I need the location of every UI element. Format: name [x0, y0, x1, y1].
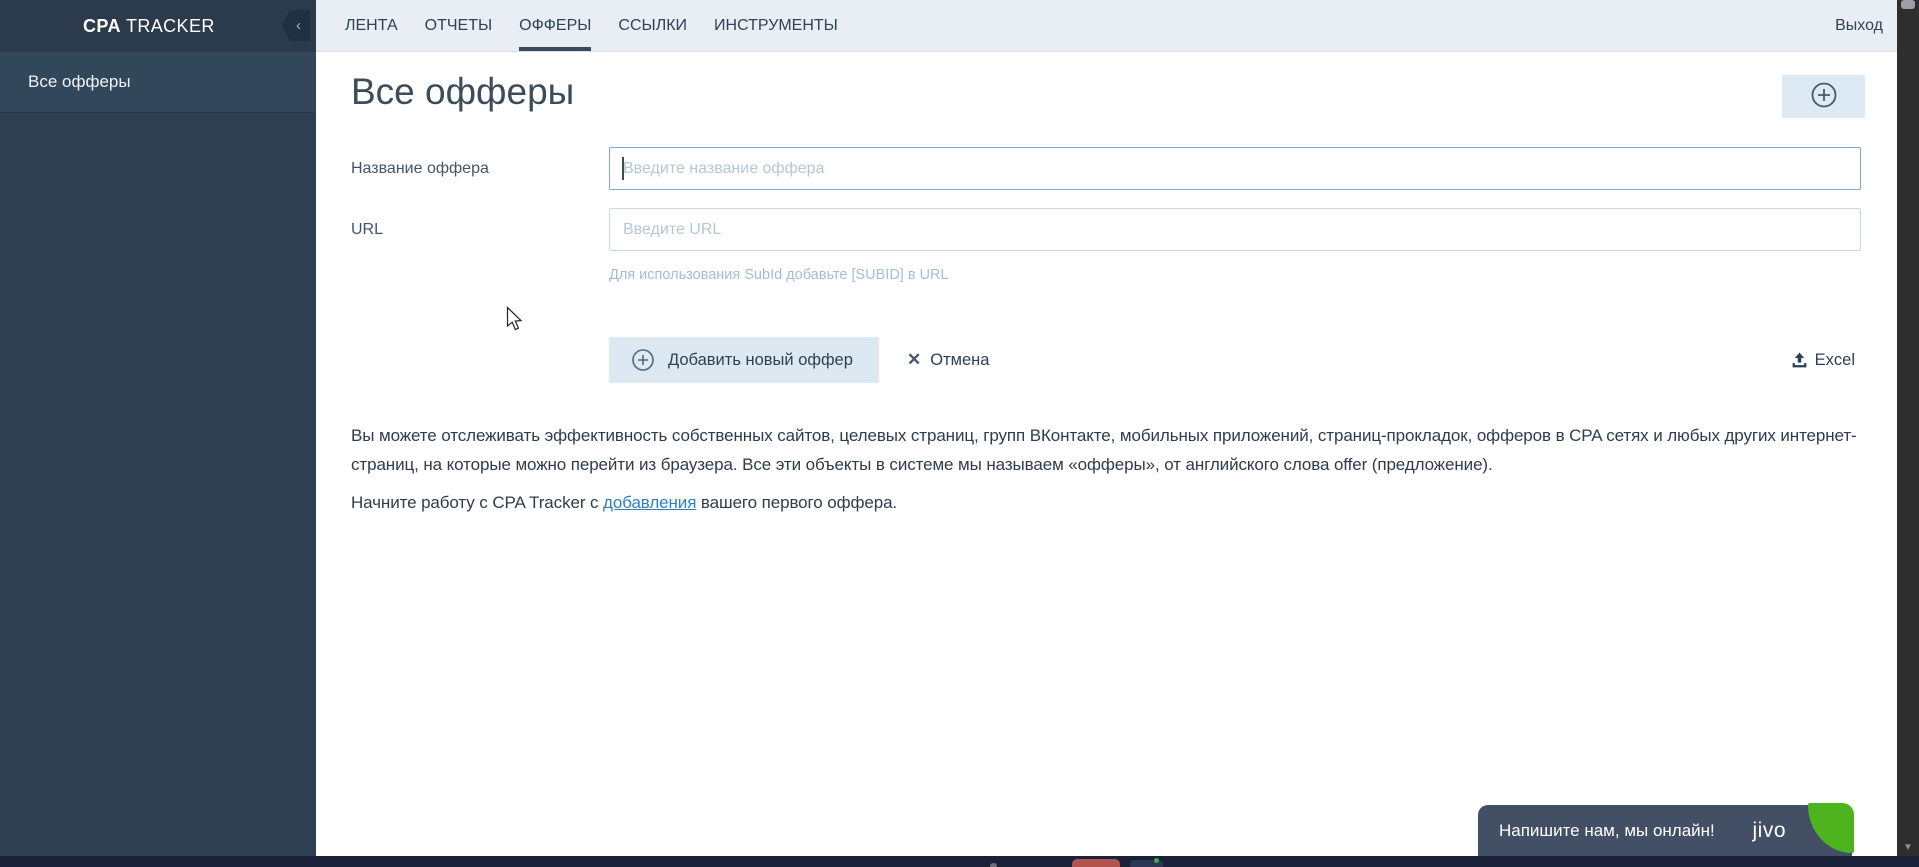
brand-logo-rest: TRACKER: [120, 16, 215, 36]
subid-hint: Для использования SubId добавьте [SUBID]…: [609, 267, 949, 283]
tab-otchety[interactable]: ОТЧЕТЫ: [425, 0, 493, 51]
excel-label: Excel: [1814, 350, 1855, 369]
url-label: URL: [351, 221, 384, 238]
offer-name-input[interactable]: [609, 147, 1861, 190]
offer-name-field-wrap: [609, 147, 1861, 190]
excel-export-button[interactable]: Excel: [1785, 337, 1861, 383]
chat-message: Напишите нам, мы онлайн!: [1499, 821, 1715, 840]
brand-logo-bold: CPA: [83, 16, 121, 36]
text-caret: [622, 157, 624, 180]
url-field-wrap: [609, 208, 1861, 251]
tab-offery[interactable]: ОФФЕРЫ: [519, 0, 592, 51]
tab-label: ОТЧЕТЫ: [424, 17, 493, 34]
scroll-down-arrow-icon[interactable]: ▼: [1897, 842, 1919, 853]
page-title: Все офферы: [351, 71, 575, 112]
sidebar-header: CPA TRACKER ‹: [0, 0, 316, 52]
url-input[interactable]: [609, 208, 1861, 251]
taskbar-item-red: [1072, 859, 1120, 867]
plus-circle-icon: [1810, 81, 1838, 112]
brand-logo: CPA TRACKER: [0, 0, 316, 52]
close-icon: ✕: [907, 350, 922, 369]
tab-label: ИНСТРУМЕНТЫ: [714, 17, 838, 34]
jivo-logo: jivo: [1752, 819, 1786, 842]
taskbar-green-dot: [1154, 858, 1159, 863]
taskbar-item: [990, 863, 997, 867]
tab-instrumenty[interactable]: ИНСТРУМЕНТЫ: [714, 0, 838, 51]
offer-name-label: Название оффера: [351, 160, 489, 177]
tab-ssylki[interactable]: ССЫЛКИ: [618, 0, 687, 51]
cta-text-after: вашего первого оффера.: [696, 493, 898, 512]
add-offer-icon-button[interactable]: [1782, 75, 1865, 118]
app-screen: CPA TRACKER ‹ Все офферы ЛЕНТА ОТЧЕТЫ ОФ…: [0, 0, 1919, 867]
plus-circle-icon: [631, 348, 655, 372]
intro-cta: Начните работу с CPA Tracker с добавлени…: [351, 493, 897, 513]
sidebar-item-label: Все офферы: [28, 72, 131, 91]
bottom-taskbar-edge: [0, 856, 1919, 867]
tab-label: ОФФЕРЫ: [519, 17, 592, 34]
jivo-chat-widget[interactable]: Напишите нам, мы онлайн! jivo: [1478, 803, 1854, 856]
active-tab-underline: [519, 47, 592, 51]
chevron-left-icon: ‹: [296, 17, 301, 34]
main-nav: ЛЕНТА ОТЧЕТЫ ОФФЕРЫ ССЫЛКИ ИНСТРУМЕНТЫ: [345, 0, 838, 52]
jivo-leaf-icon: [1808, 803, 1854, 853]
upload-icon: [1791, 352, 1808, 369]
page-scrollbar[interactable]: ▼: [1897, 0, 1919, 867]
add-new-offer-label: Добавить новый оффер: [668, 350, 853, 369]
add-new-offer-button[interactable]: Добавить новый оффер: [609, 337, 879, 383]
sidebar: CPA TRACKER ‹ Все офферы: [0, 0, 316, 867]
sidebar-item-all-offers[interactable]: Все офферы: [0, 52, 316, 113]
main-content: Все офферы Название оффера URL Для испол…: [316, 52, 1897, 856]
cta-text-before: Начните работу с CPA Tracker с: [351, 493, 604, 512]
top-navigation-bar: ЛЕНТА ОТЧЕТЫ ОФФЕРЫ ССЫЛКИ ИНСТРУМЕНТЫ В…: [316, 0, 1897, 52]
tab-label: ССЫЛКИ: [618, 17, 688, 34]
add-offer-link[interactable]: добавления: [603, 493, 696, 512]
intro-paragraph: Вы можете отслеживать эффективность собс…: [351, 426, 1857, 474]
logout-link[interactable]: Выход: [1835, 0, 1883, 51]
tab-label: ЛЕНТА: [345, 17, 398, 34]
cancel-label: Отмена: [930, 350, 990, 369]
cancel-button[interactable]: ✕ Отмена: [901, 337, 995, 383]
tab-lenta[interactable]: ЛЕНТА: [345, 0, 398, 51]
scrollbar-thumb[interactable]: [1901, 0, 1915, 9]
